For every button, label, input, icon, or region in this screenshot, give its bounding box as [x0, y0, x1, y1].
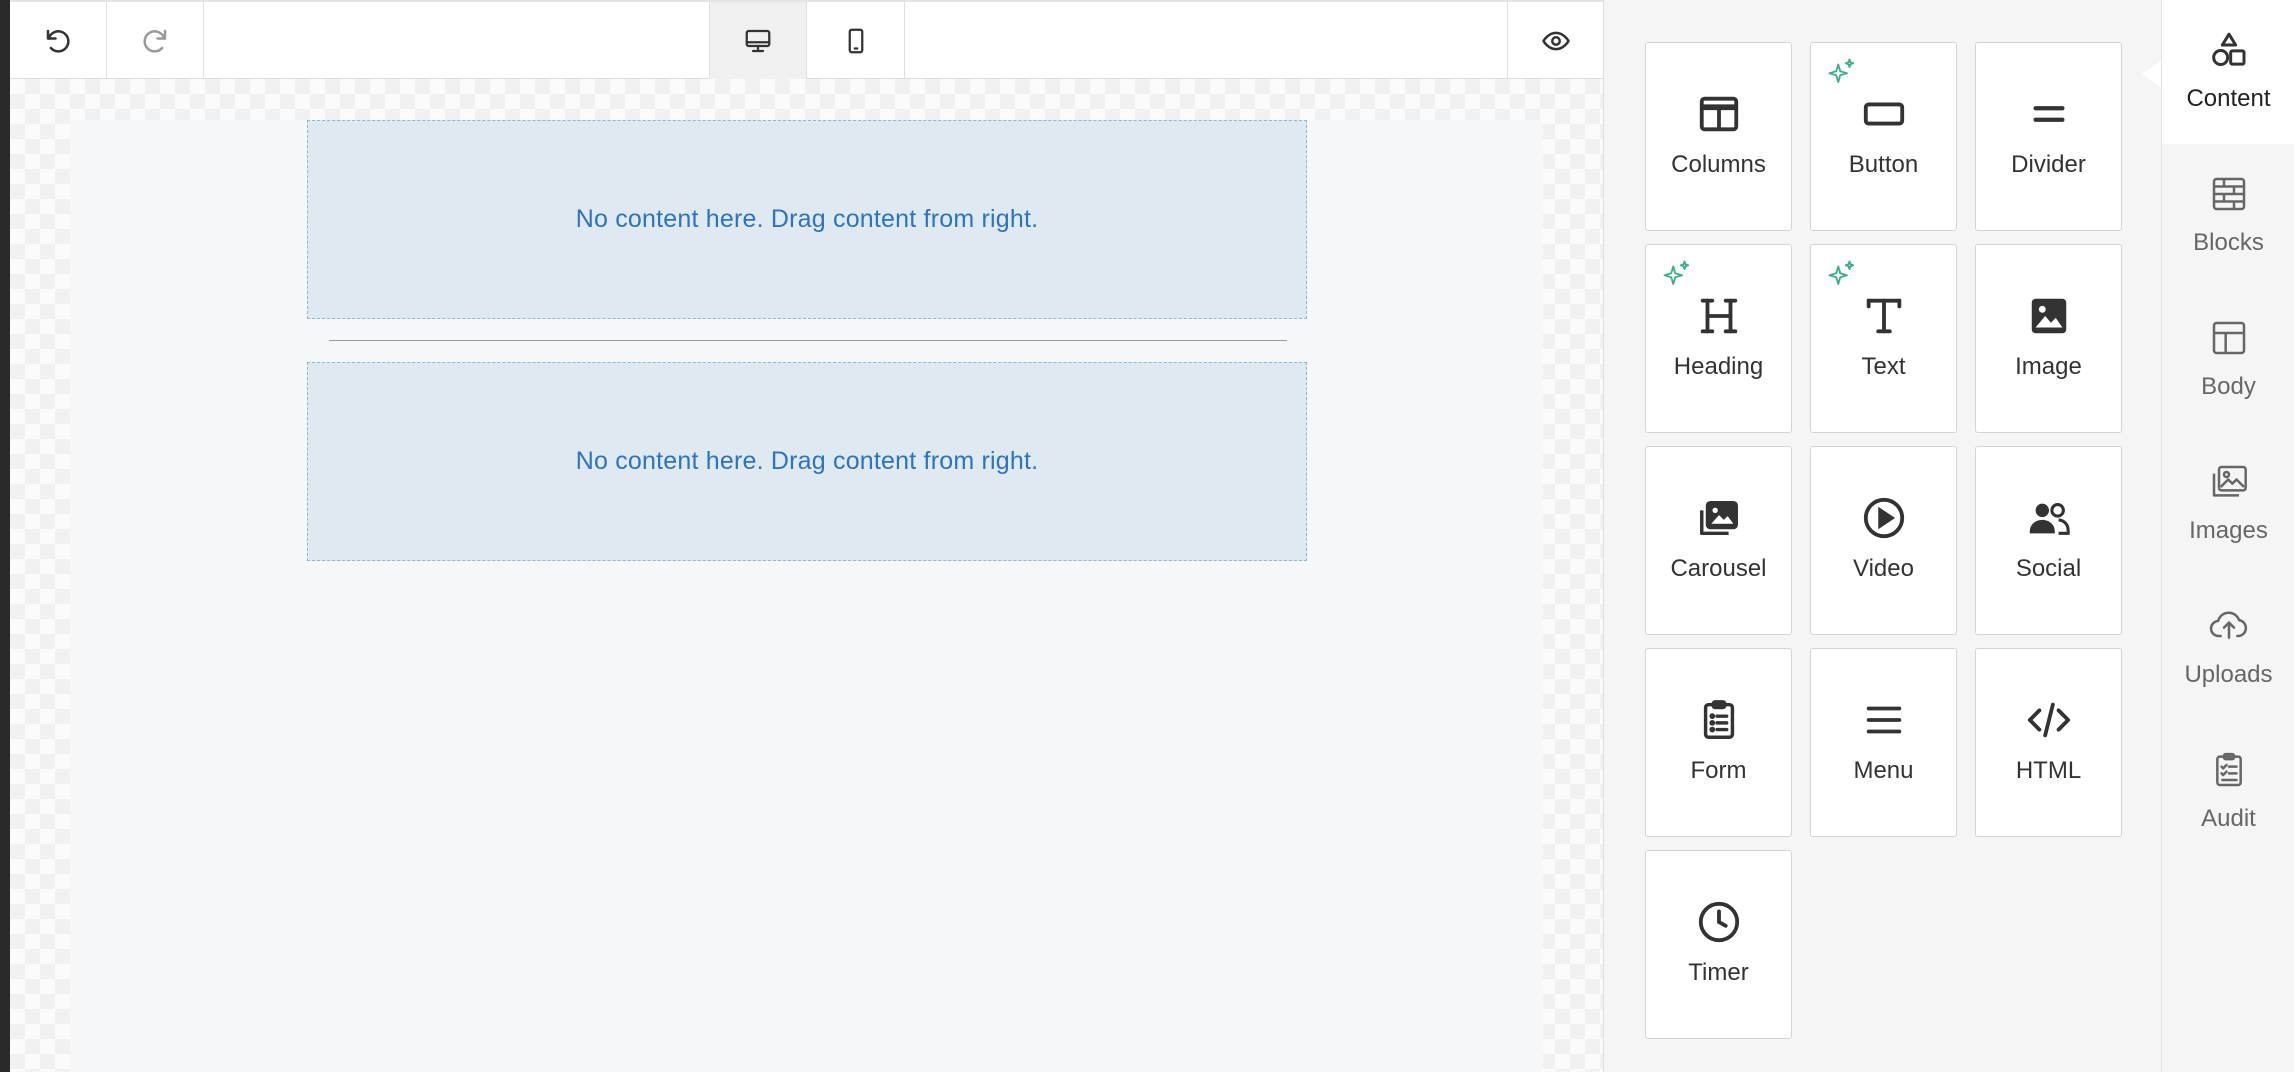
mobile-icon — [848, 28, 863, 53]
nav-label: Blocks — [2193, 229, 2264, 256]
image-icon — [2031, 298, 2066, 334]
nav-uploads[interactable]: Uploads — [2162, 576, 2294, 720]
tool-button[interactable]: Button — [1810, 42, 1957, 231]
nav-images[interactable]: Images — [2162, 432, 2294, 576]
body-layout-icon — [2212, 321, 2245, 355]
email-body: No content here. Drag content from right… — [70, 120, 1543, 1072]
blocks-icon — [2212, 177, 2245, 211]
nav-label: Content — [2186, 85, 2271, 112]
form-icon — [1703, 700, 1734, 739]
mobile-view-button[interactable] — [807, 2, 905, 79]
preview-button[interactable] — [1507, 2, 1603, 79]
nav-blocks[interactable]: Blocks — [2162, 144, 2294, 288]
nav-label: Images — [2189, 517, 2268, 544]
undo-button[interactable] — [10, 2, 107, 79]
text-icon — [1866, 298, 1901, 334]
divider-block[interactable] — [329, 340, 1287, 341]
nav-body[interactable]: Body — [2162, 288, 2294, 432]
empty-dropzone[interactable]: No content here. Drag content from right… — [307, 362, 1307, 561]
active-tab-pointer — [2142, 60, 2162, 88]
sparkle-icon — [1663, 260, 1690, 285]
dropzone-hint: No content here. Drag content from right… — [575, 447, 1039, 475]
tool-label: Heading — [1673, 353, 1764, 380]
content-tools-panel: Columns Button Divider Heading Text Imag… — [1603, 0, 2161, 1072]
nav-label: Audit — [2201, 805, 2256, 832]
tool-label: Button — [1848, 151, 1919, 178]
tool-menu[interactable]: Menu — [1810, 648, 1957, 837]
timer-icon — [1698, 901, 1739, 943]
tool-label: Image — [2015, 353, 2082, 380]
window-edge — [0, 0, 10, 1072]
undo-icon — [46, 29, 70, 53]
redo-icon — [143, 29, 167, 53]
eye-icon — [1541, 31, 1570, 50]
tool-image[interactable]: Image — [1975, 244, 2122, 433]
audit-icon — [2215, 752, 2242, 787]
tool-columns[interactable]: Columns — [1645, 42, 1792, 231]
tool-label: HTML — [2015, 757, 2082, 784]
desktop-view-button[interactable] — [709, 2, 807, 79]
html-icon — [2027, 702, 2070, 738]
nav-label: Body — [2201, 373, 2256, 400]
tool-form[interactable]: Form — [1645, 648, 1792, 837]
redo-button[interactable] — [107, 2, 204, 79]
shapes-icon — [2211, 32, 2245, 66]
button-icon — [1863, 102, 1904, 126]
side-nav: Content Blocks Body Images Uploads Audit — [2161, 0, 2294, 1072]
tool-label: Carousel — [1670, 555, 1767, 582]
sparkle-icon — [1828, 260, 1855, 285]
dropzone-hint: No content here. Drag content from right… — [575, 205, 1039, 233]
tool-social[interactable]: Social — [1975, 446, 2122, 635]
tool-label: Form — [1690, 757, 1747, 784]
nav-label: Uploads — [2184, 661, 2273, 688]
editor-toolbar — [10, 0, 1603, 79]
tool-label: Video — [1853, 555, 1914, 582]
tool-html[interactable]: HTML — [1975, 648, 2122, 837]
tool-label: Menu — [1853, 757, 1914, 784]
tool-label: Social — [2015, 555, 2082, 582]
desktop-icon — [745, 29, 771, 52]
divider-icon — [2032, 106, 2065, 122]
design-canvas: No content here. Drag content from right… — [10, 79, 1603, 1072]
tool-label: Divider — [2011, 151, 2086, 178]
columns-icon — [1699, 96, 1738, 132]
social-icon — [2029, 503, 2070, 535]
tool-timer[interactable]: Timer — [1645, 850, 1792, 1039]
editor-area: No content here. Drag content from right… — [10, 0, 1603, 1072]
tool-video[interactable]: Video — [1810, 446, 1957, 635]
cloud-upload-icon — [2209, 611, 2247, 639]
tool-heading[interactable]: Heading — [1645, 244, 1792, 433]
tool-label: Columns — [1671, 151, 1766, 178]
images-icon — [2212, 465, 2247, 497]
heading-icon — [1700, 298, 1737, 334]
menu-icon — [1866, 706, 1901, 734]
empty-dropzone[interactable]: No content here. Drag content from right… — [307, 120, 1307, 319]
tool-text[interactable]: Text — [1810, 244, 1957, 433]
carousel-icon — [1699, 500, 1738, 536]
video-icon — [1863, 497, 1904, 539]
tool-label: Text — [1861, 353, 1906, 380]
nav-audit[interactable]: Audit — [2162, 720, 2294, 864]
sparkle-icon — [1828, 58, 1855, 83]
tool-carousel[interactable]: Carousel — [1645, 446, 1792, 635]
tool-label: Timer — [1688, 959, 1749, 986]
tool-divider[interactable]: Divider — [1975, 42, 2122, 231]
nav-content[interactable]: Content — [2162, 0, 2294, 144]
